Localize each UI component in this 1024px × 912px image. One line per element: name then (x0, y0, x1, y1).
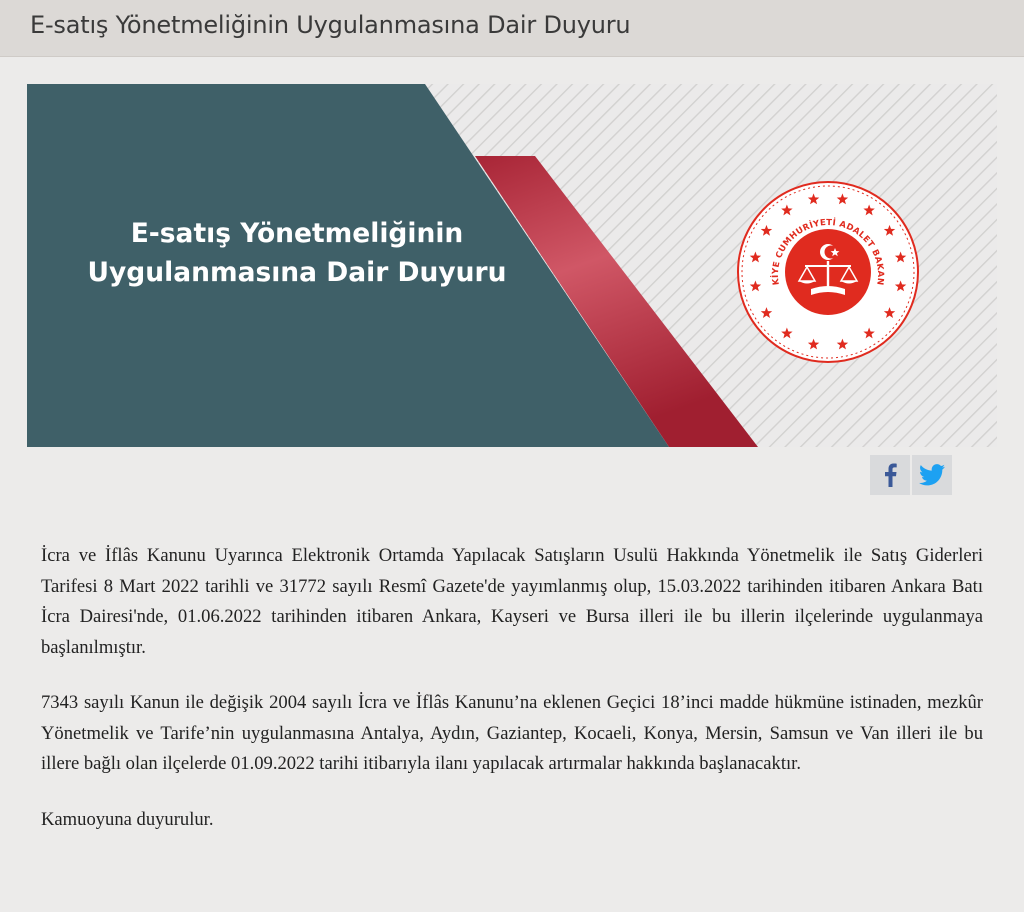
facebook-share-button[interactable] (870, 455, 910, 495)
paragraph-2: 7343 sayılı Kanun ile değişik 2004 sayıl… (41, 692, 983, 774)
paragraph-1: İcra ve İflâs Kanunu Uyarınca Elektronik… (41, 545, 983, 658)
share-buttons (870, 455, 952, 495)
banner-heading: E-satış Yönetmeliğinin Uygulanmasına Dai… (67, 214, 527, 292)
page-header: E-satış Yönetmeliğinin Uygulanmasına Dai… (0, 0, 1024, 57)
twitter-share-button[interactable] (912, 455, 952, 495)
page-title: E-satış Yönetmeliğinin Uygulanmasına Dai… (30, 11, 631, 39)
banner-heading-line-1: E-satış Yönetmeliğinin (130, 218, 464, 249)
announcement-body: İcra ve İflâs Kanunu Uyarınca Elektronik… (41, 541, 983, 860)
facebook-icon (885, 463, 897, 487)
announcement-banner: E-satış Yönetmeliğinin Uygulanmasına Dai… (27, 84, 997, 447)
ministry-seal-icon: TÜRKİYE CUMHURİYETİ ADALET BAKANLIĞI (735, 179, 919, 363)
banner-heading-line-2: Uygulanmasına Dair Duyuru (87, 257, 507, 288)
twitter-icon (919, 464, 945, 486)
paragraph-3: Kamuoyuna duyurulur. (41, 808, 214, 830)
